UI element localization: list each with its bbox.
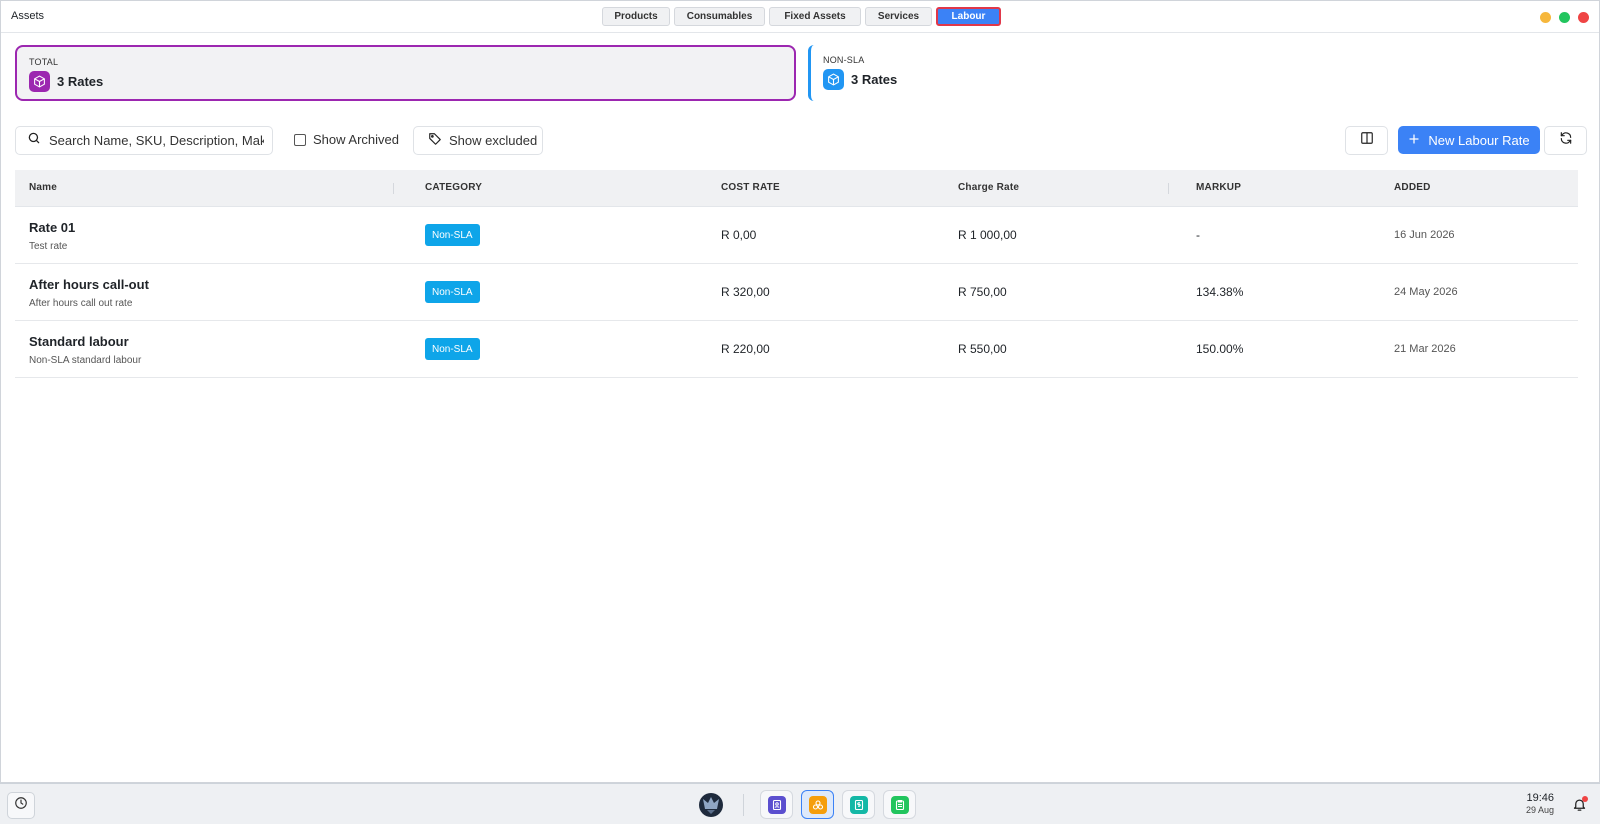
app-title: Assets bbox=[11, 10, 45, 22]
table-row[interactable]: Standard labour Non-SLA standard labour … bbox=[15, 321, 1578, 378]
charge-rate: R 550,00 bbox=[958, 342, 1007, 356]
header-cost-rate[interactable]: COST RATE bbox=[721, 182, 780, 193]
clock-date: 29 Aug bbox=[1525, 805, 1554, 815]
cost-rate: R 320,00 bbox=[721, 285, 770, 299]
invoice-icon bbox=[849, 795, 868, 814]
show-excluded-button[interactable]: Show excluded bbox=[413, 126, 543, 155]
assets-icon bbox=[808, 795, 827, 814]
history-button[interactable] bbox=[7, 792, 35, 819]
tab-labour[interactable]: Labour bbox=[936, 7, 1001, 26]
markup: 150.00% bbox=[1196, 342, 1244, 356]
clock-time: 19:46 bbox=[1526, 792, 1554, 804]
dock-app-invoices[interactable] bbox=[842, 790, 875, 819]
dock-app-tasks[interactable] bbox=[883, 790, 916, 819]
title-bar: Assets Products Consumables Fixed Assets… bbox=[1, 1, 1599, 33]
column-divider bbox=[393, 183, 394, 194]
clock-icon bbox=[14, 796, 28, 815]
column-layout-button[interactable] bbox=[1345, 126, 1388, 155]
tab-consumables[interactable]: Consumables bbox=[674, 7, 765, 26]
columns-icon bbox=[1360, 131, 1374, 150]
system-clock: 19:46 29 Aug bbox=[1510, 792, 1554, 815]
markup: - bbox=[1196, 228, 1200, 242]
show-archived-toggle[interactable]: Show Archived bbox=[294, 132, 399, 147]
header-category[interactable]: CATEGORY bbox=[425, 182, 482, 193]
cube-icon bbox=[29, 71, 50, 92]
new-labour-rate-button[interactable]: New Labour Rate bbox=[1398, 126, 1540, 154]
summary-total-label: TOTAL bbox=[29, 57, 59, 67]
refresh-icon bbox=[1559, 131, 1573, 150]
rate-name: Standard labour bbox=[29, 334, 129, 349]
rate-name: Rate 01 bbox=[29, 220, 76, 235]
added-date: 24 May 2026 bbox=[1394, 286, 1458, 298]
header-charge-rate[interactable]: Charge Rate bbox=[958, 182, 1019, 193]
category-badge: Non-SLA bbox=[425, 281, 480, 303]
window-controls bbox=[1540, 12, 1589, 23]
summary-card-non-sla[interactable]: NON-SLA 3 Rates bbox=[808, 45, 1208, 101]
category-badge: Non-SLA bbox=[425, 338, 480, 360]
show-archived-label: Show Archived bbox=[313, 132, 399, 147]
cost-rate: R 0,00 bbox=[721, 228, 757, 242]
tag-icon bbox=[428, 132, 442, 149]
tab-services[interactable]: Services bbox=[865, 7, 932, 26]
header-name[interactable]: Name bbox=[29, 182, 57, 193]
tab-products[interactable]: Products bbox=[602, 7, 670, 26]
charge-rate: R 750,00 bbox=[958, 285, 1007, 299]
show-excluded-label: Show excluded bbox=[449, 133, 538, 148]
summary-non-sla-label: NON-SLA bbox=[823, 55, 865, 65]
cube-icon bbox=[823, 69, 844, 90]
brand-logo-icon[interactable] bbox=[697, 791, 725, 819]
rate-description: After hours call out rate bbox=[29, 298, 133, 309]
maximize-button[interactable] bbox=[1559, 12, 1570, 23]
app-window: Assets Products Consumables Fixed Assets… bbox=[0, 0, 1600, 783]
taskbar: 19:46 29 Aug bbox=[0, 783, 1600, 824]
asset-tabs: Products Consumables Fixed Assets Servic… bbox=[602, 7, 1001, 26]
app-dock bbox=[697, 790, 924, 819]
cost-rate: R 220,00 bbox=[721, 342, 770, 356]
added-date: 16 Jun 2026 bbox=[1394, 229, 1455, 241]
added-date: 21 Mar 2026 bbox=[1394, 343, 1456, 355]
header-markup[interactable]: MARKUP bbox=[1196, 182, 1241, 193]
minimize-button[interactable] bbox=[1540, 12, 1551, 23]
search-box[interactable] bbox=[15, 126, 273, 155]
dock-divider bbox=[743, 793, 744, 816]
show-archived-checkbox[interactable] bbox=[294, 133, 306, 146]
summary-non-sla-value: 3 Rates bbox=[851, 72, 898, 87]
tab-fixed-assets[interactable]: Fixed Assets bbox=[769, 7, 861, 26]
table-header: Name CATEGORY COST RATE Charge Rate MARK… bbox=[15, 170, 1578, 207]
new-labour-rate-label: New Labour Rate bbox=[1428, 132, 1530, 148]
search-input[interactable] bbox=[49, 133, 264, 148]
markup: 134.38% bbox=[1196, 285, 1244, 299]
column-divider bbox=[1168, 183, 1169, 194]
table-row[interactable]: After hours call-out After hours call ou… bbox=[15, 264, 1578, 321]
notifications-button[interactable] bbox=[1568, 796, 1590, 818]
summary-card-total[interactable]: TOTAL 3 Rates bbox=[15, 45, 796, 101]
rate-description: Non-SLA standard labour bbox=[29, 355, 142, 366]
header-added[interactable]: ADDED bbox=[1394, 182, 1431, 193]
labour-rates-table: Name CATEGORY COST RATE Charge Rate MARK… bbox=[15, 170, 1578, 378]
clipboard-icon bbox=[890, 795, 909, 814]
summary-total-value: 3 Rates bbox=[57, 74, 104, 89]
notification-badge bbox=[1582, 796, 1588, 802]
search-icon bbox=[27, 131, 41, 150]
contacts-icon bbox=[767, 795, 786, 814]
table-row[interactable]: Rate 01 Test rate Non-SLA R 0,00 R 1 000… bbox=[15, 207, 1578, 264]
charge-rate: R 1 000,00 bbox=[958, 228, 1017, 242]
refresh-button[interactable] bbox=[1544, 126, 1587, 155]
rate-description: Test rate bbox=[29, 241, 68, 252]
dock-app-assets[interactable] bbox=[801, 790, 834, 819]
category-badge: Non-SLA bbox=[425, 224, 480, 246]
rate-name: After hours call-out bbox=[29, 277, 149, 292]
dock-app-contacts[interactable] bbox=[760, 790, 793, 819]
close-button[interactable] bbox=[1578, 12, 1589, 23]
plus-icon bbox=[1408, 133, 1420, 148]
